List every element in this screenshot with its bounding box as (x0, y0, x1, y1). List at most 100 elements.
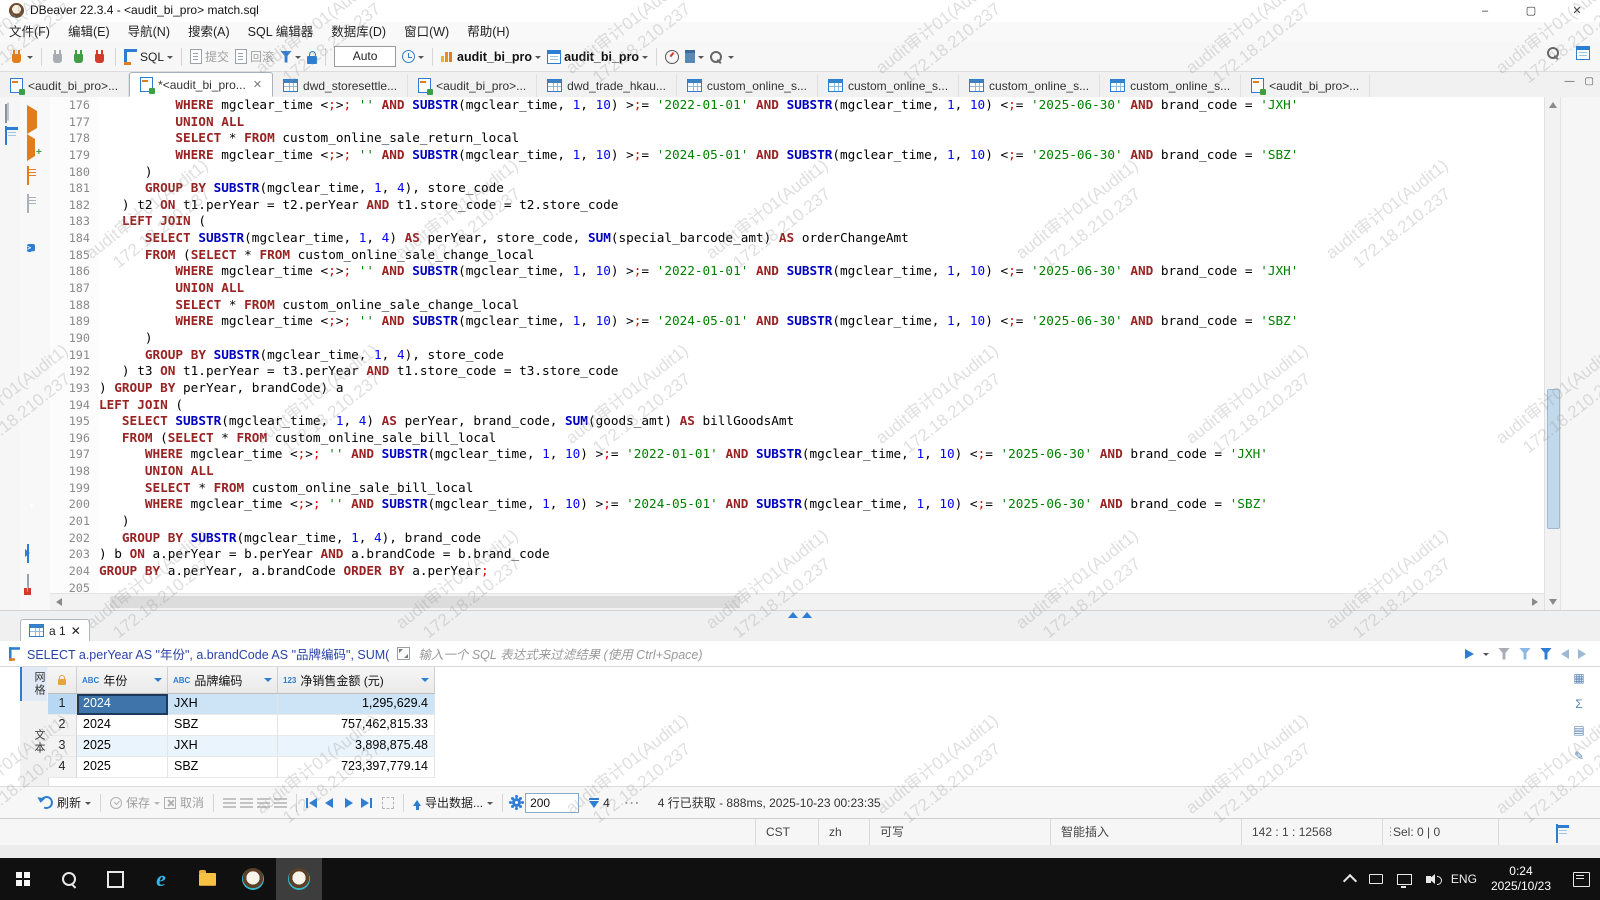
editor-tab[interactable]: custom_online_s... (959, 74, 1100, 97)
restore-panel-icon[interactable]: ▢ (1585, 76, 1594, 87)
code-line[interactable]: FROM (SELECT * FROM custom_online_sale_c… (99, 247, 1544, 264)
fetch-page-icon[interactable] (382, 797, 394, 809)
menu-item[interactable]: 帮助(H) (458, 22, 518, 42)
new-connection-button[interactable] (6, 50, 36, 63)
menu-item[interactable]: 数据库(D) (322, 22, 395, 42)
menu-item[interactable]: 文件(F) (0, 22, 59, 42)
language-indicator[interactable]: ENG (1451, 872, 1477, 886)
maximize-button[interactable]: ▢ (1508, 0, 1554, 22)
grid-cell[interactable]: JXH (168, 694, 278, 715)
sort-dropdown-icon[interactable] (264, 678, 272, 686)
code-line[interactable]: WHERE mgclear_time <;>; '' AND SUBSTR(mg… (99, 147, 1544, 164)
nav-prev-button[interactable] (325, 798, 333, 808)
column-header[interactable]: ABC品牌编码 (168, 667, 278, 694)
scroll-up-icon[interactable] (1549, 102, 1557, 108)
scroll-left-icon[interactable] (56, 598, 62, 606)
menu-item[interactable]: SQL 编辑器 (239, 22, 323, 42)
scrollbar-thumb[interactable] (110, 596, 740, 608)
editor-tab[interactable]: <audit_bi_pro>... (408, 74, 537, 97)
notification-center-icon[interactable] (1573, 872, 1590, 887)
code-line[interactable]: ) (99, 513, 1544, 530)
explain-plan-icon[interactable] (27, 194, 29, 213)
code-line[interactable]: WHERE mgclear_time <;>; '' AND SUBSTR(mg… (99, 313, 1544, 330)
sort-dropdown-icon[interactable] (154, 678, 162, 686)
code-line[interactable]: SELECT * FROM custom_online_sale_return_… (99, 130, 1544, 147)
cancel-button[interactable]: 取消 (180, 794, 204, 811)
filters-menu-icon[interactable] (1540, 648, 1552, 660)
code-line[interactable]: ) GROUP BY perYear, brandCode) a (99, 380, 1544, 397)
sort-dropdown-icon[interactable] (421, 678, 429, 686)
execute-new-tab-icon[interactable] (27, 134, 35, 161)
editor-tab[interactable]: custom_online_s... (677, 74, 818, 97)
dashboard-button[interactable] (662, 50, 682, 64)
code-line[interactable]: ) b ON a.perYear = b.perYear AND a.brand… (99, 546, 1544, 563)
code-line[interactable]: SELECT * FROM custom_online_sale_bill_lo… (99, 480, 1544, 497)
code-line[interactable]: WHERE mgclear_time <;>; '' AND SUBSTR(mg… (99, 263, 1544, 280)
internet-explorer-button[interactable]: e (138, 858, 184, 900)
search-icon[interactable] (1547, 47, 1559, 59)
network-tray-icon[interactable] (1397, 874, 1412, 885)
grid-cell[interactable]: SBZ (168, 715, 278, 736)
menu-item[interactable]: 窗口(W) (395, 22, 458, 42)
code-line[interactable]: GROUP BY SUBSTR(mgclear_time, 1, 4), sto… (99, 347, 1544, 364)
delete-row-icon[interactable] (274, 798, 287, 808)
filter-input-placeholder[interactable]: 输入一个 SQL 表达式来过滤结果 (使用 Ctrl+Space) (418, 644, 702, 663)
chevron-down-icon[interactable] (85, 802, 91, 808)
grid-cell[interactable]: 2025 (77, 736, 168, 757)
execute-script-icon[interactable] (27, 166, 29, 185)
refresh-button[interactable]: 刷新 (57, 794, 81, 811)
code-line[interactable]: UNION ALL (99, 463, 1544, 480)
nav-last-button[interactable] (361, 798, 372, 808)
editor-tab[interactable]: custom_online_s... (818, 74, 959, 97)
export-script-icon[interactable] (27, 544, 29, 563)
statusbar-menu-icon[interactable]: ⋮ (1385, 825, 1396, 838)
grid-cell[interactable]: SBZ (168, 757, 278, 778)
close-icon[interactable]: ✕ (253, 78, 262, 91)
presentation-tab-grid[interactable]: 网格 (20, 667, 47, 701)
aggregate-panel-icon[interactable]: Σ (1575, 697, 1582, 711)
execute-statement-icon[interactable] (27, 105, 37, 134)
menu-item[interactable]: 编辑(E) (59, 22, 119, 42)
presentation-tab-text[interactable]: 文本 (20, 725, 47, 759)
menu-item[interactable]: 导航(N) (119, 22, 179, 42)
copy-row-icon[interactable] (257, 798, 270, 808)
add-row-icon[interactable] (240, 798, 253, 808)
code-line[interactable]: ) t3 ON t1.perYear = t3.perYear AND t1.s… (99, 363, 1544, 380)
sql-editor[interactable]: 176 WHERE mgclear_time <;>; '' AND SUBST… (50, 97, 1544, 593)
editor-tab[interactable]: dwd_storesettle... (273, 74, 408, 97)
row-number[interactable]: 1 (48, 694, 77, 715)
code-line[interactable]: LEFT JOIN ( (99, 397, 1544, 414)
grid-cell[interactable]: 723,397,779.14 (278, 757, 435, 778)
minimize-panel-icon[interactable]: — (1565, 76, 1575, 87)
grid-cell[interactable]: 757,462,815.33 (278, 715, 435, 736)
chevron-down-icon[interactable] (487, 802, 493, 808)
value-edit-panel-icon[interactable]: ✎ (1574, 749, 1584, 763)
editor-tab[interactable]: <audit_bi_pro>... (1241, 74, 1370, 97)
connect-button[interactable] (47, 50, 68, 63)
toolbar-search-button[interactable] (707, 51, 737, 63)
sql-console-icon[interactable]: >_ (27, 244, 35, 252)
editor-tab[interactable]: *<audit_bi_pro...✕ (129, 72, 273, 97)
editor-tab[interactable]: <audit_bi_pro>... (0, 74, 129, 97)
code-line[interactable]: WHERE mgclear_time <;>; '' AND SUBSTR(mg… (99, 97, 1544, 114)
scrollbar-thumb[interactable] (1547, 389, 1560, 529)
code-line[interactable]: WHERE mgclear_time <;>; '' AND SUBSTR(mg… (99, 446, 1544, 463)
taskbar-search-button[interactable] (46, 858, 92, 900)
disconnect-button[interactable] (89, 50, 110, 63)
open-perspective-icon[interactable] (1576, 46, 1590, 60)
editor-tab[interactable]: custom_online_s... (1100, 74, 1241, 97)
connection-selector[interactable]: audit_bi_pro (438, 50, 544, 64)
editor-tab[interactable]: dwd_trade_hkau... (537, 74, 677, 97)
save-filter-icon[interactable] (1519, 648, 1531, 660)
taskbar-clock[interactable]: 0:24 2025/10/23 (1491, 864, 1551, 894)
rollback-button[interactable]: 回滚 (232, 48, 277, 65)
grid-settings-icon[interactable] (512, 798, 521, 807)
close-button[interactable]: ✕ (1554, 0, 1600, 22)
row-number[interactable]: 4 (48, 757, 77, 778)
code-line[interactable]: GROUP BY SUBSTR(mgclear_time, 1, 4), bra… (99, 530, 1544, 547)
grid-cell[interactable]: 2025 (77, 757, 168, 778)
clear-filter-icon[interactable] (1498, 648, 1510, 660)
file-explorer-button[interactable] (184, 858, 230, 900)
scroll-down-icon[interactable] (1549, 599, 1557, 605)
task-view-button[interactable] (92, 858, 138, 900)
